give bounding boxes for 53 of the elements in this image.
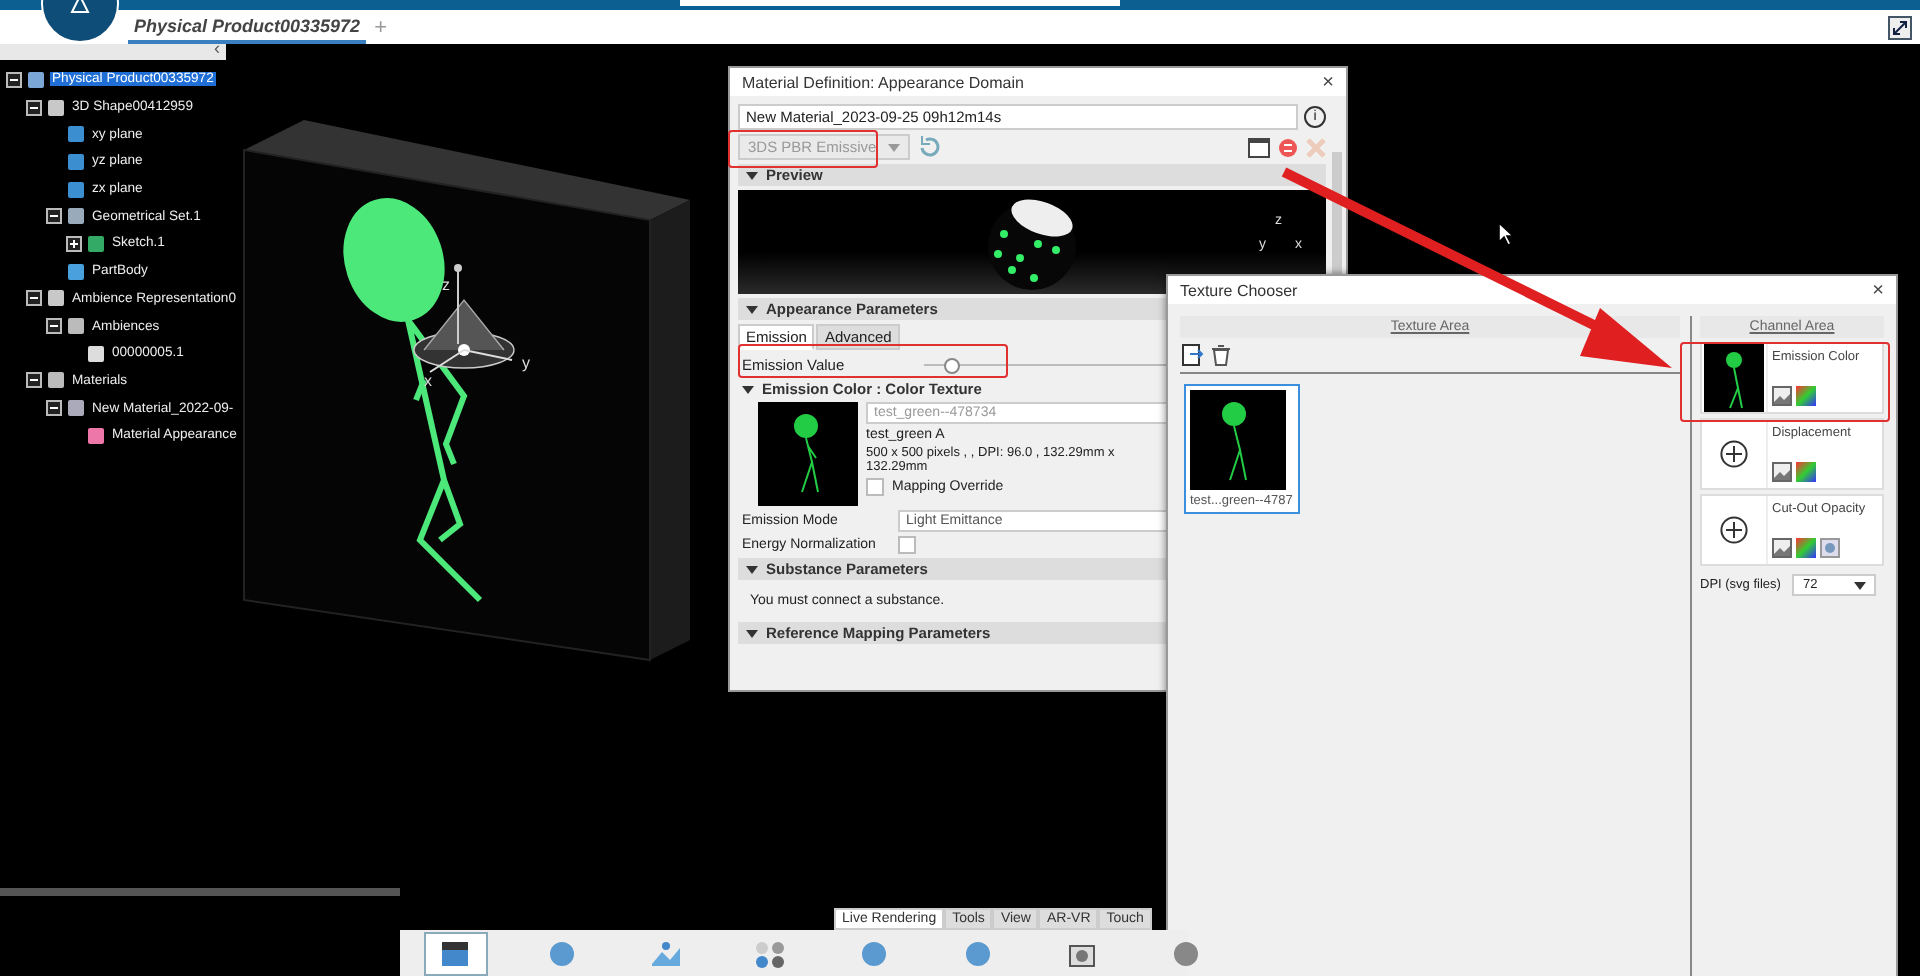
collapse-toggle[interactable]: [46, 208, 62, 225]
collapse-triangle-icon[interactable]: [746, 169, 758, 181]
window-icon[interactable]: [1248, 137, 1270, 157]
balls-icon: [754, 939, 786, 967]
collapse-toggle[interactable]: [26, 290, 42, 307]
camera-icon: [1066, 939, 1098, 967]
scrollbar[interactable]: [0, 888, 400, 896]
search-field[interactable]: [680, 0, 1120, 6]
collapse-toggle[interactable]: [6, 71, 22, 88]
dialog-title: Material Definition: Appearance Domain: [742, 73, 1024, 91]
trash-icon[interactable]: [1210, 344, 1232, 366]
axis-label: y: [522, 354, 530, 372]
collapse-toggle[interactable]: [26, 99, 42, 116]
stick-figure-thumbnail: [1704, 344, 1764, 412]
caret-icon: [1853, 581, 1866, 589]
sphere-icon: [546, 939, 578, 967]
collapse-triangle-icon[interactable]: [746, 303, 758, 315]
collapse-panel-button[interactable]: ‹: [214, 38, 220, 58]
collapse-toggle[interactable]: [46, 318, 62, 335]
checkbox[interactable]: [866, 478, 884, 496]
image-icon[interactable]: [1772, 462, 1792, 482]
add-circle-icon[interactable]: [1720, 516, 1748, 544]
collapse-triangle-icon[interactable]: [746, 563, 758, 575]
compass-icon[interactable]: [40, 0, 120, 44]
cursor-icon: [1498, 222, 1514, 246]
import-icon[interactable]: [1182, 344, 1204, 366]
collapse-toggle[interactable]: [26, 372, 42, 389]
gradient-icon[interactable]: [1796, 386, 1816, 406]
restore-icon[interactable]: [1888, 15, 1912, 39]
close-button[interactable]: ×: [1872, 279, 1884, 301]
scene-icon: [650, 939, 682, 967]
caret-icon: [888, 143, 901, 151]
stick-figure-thumbnail: [758, 402, 858, 506]
expand-toggle[interactable]: [66, 235, 82, 252]
checkbox[interactable]: [898, 536, 916, 554]
collapse-triangle-icon[interactable]: [742, 383, 754, 395]
gradient-icon[interactable]: [1796, 538, 1816, 558]
stick-figure-image: [1190, 390, 1286, 490]
close-button[interactable]: ×: [1322, 71, 1334, 93]
axis-label: z: [442, 276, 450, 294]
clapper-icon: [440, 939, 472, 967]
slider-thumb[interactable]: [944, 358, 961, 374]
collapse-triangle-icon[interactable]: [746, 627, 758, 639]
dialog-title: Texture Chooser: [1180, 281, 1298, 299]
axis-triad-drawing: [413, 264, 515, 373]
gradient-icon[interactable]: [1796, 462, 1816, 482]
tool-button[interactable]: [424, 931, 488, 975]
axis-label: x: [424, 372, 432, 390]
image-icon[interactable]: [1772, 386, 1792, 406]
image-icon[interactable]: [1772, 538, 1792, 558]
add-circle-icon[interactable]: [1720, 440, 1748, 468]
collapse-toggle[interactable]: [46, 400, 62, 417]
substance-icon[interactable]: [1278, 137, 1298, 157]
